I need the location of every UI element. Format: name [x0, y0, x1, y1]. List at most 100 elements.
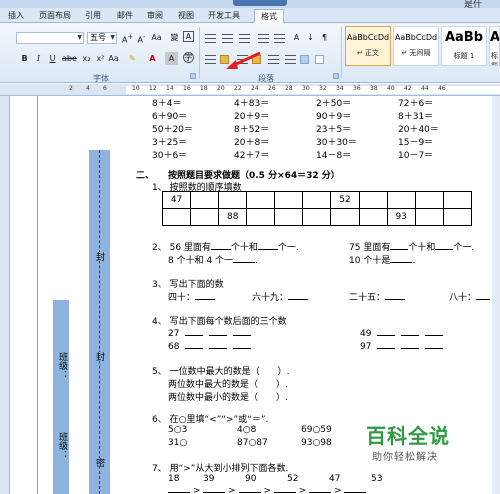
char-border-icon[interactable]: A [183, 31, 194, 42]
table-cell[interactable] [302, 208, 332, 226]
font-dialog-launcher-icon[interactable] [190, 73, 196, 79]
table-cell[interactable] [246, 208, 276, 226]
underline-button[interactable]: U [46, 52, 59, 65]
grow-font-icon[interactable]: A+ [121, 31, 134, 45]
style-heading-1[interactable]: AaBb 标题 1 [441, 26, 487, 66]
table-cell[interactable] [190, 191, 220, 209]
paragraph-dialog-launcher-icon[interactable] [333, 73, 339, 79]
shading-icon[interactable] [300, 55, 309, 64]
highlight-icon[interactable]: ✎ [126, 52, 139, 65]
answer-blank[interactable] [208, 340, 227, 349]
table-cell[interactable] [302, 191, 332, 209]
answer-blank[interactable] [273, 484, 296, 493]
horizontal-ruler[interactable]: 2 4 6 10 12 14 16 18 20 22 24 26 28 30 3… [0, 84, 500, 96]
table-cell[interactable] [274, 208, 304, 226]
seal-label: 封 [93, 252, 106, 261]
font-color-icon[interactable]: A [146, 52, 159, 65]
tab-mailings[interactable]: 邮件 [117, 10, 133, 21]
answer-blank[interactable] [208, 327, 227, 336]
table-cell[interactable] [330, 208, 360, 226]
tab-insert[interactable]: 插入 [8, 10, 24, 21]
tab-references[interactable]: 引用 [85, 10, 101, 21]
strikethrough-button[interactable]: abe [62, 52, 77, 65]
char-shading-icon[interactable]: A [165, 52, 178, 65]
tab-page-layout[interactable]: 页面布局 [39, 10, 71, 21]
answer-blank[interactable] [232, 327, 251, 336]
style-no-spacing[interactable]: AaBbCcDd ↵ 无间隔 [393, 26, 439, 66]
style-normal[interactable]: AaBbCcDd ↵ 正文 [345, 26, 391, 66]
answer-blank[interactable] [377, 340, 396, 349]
answer-blank[interactable] [168, 484, 190, 493]
table-cell[interactable]: 88 [218, 208, 248, 226]
superscript-button[interactable]: x² [94, 52, 107, 65]
answer-blank[interactable] [185, 327, 204, 336]
answer-blank[interactable] [424, 340, 443, 349]
sort-icon[interactable]: ↓ [304, 31, 317, 44]
vertical-ruler[interactable] [0, 96, 10, 494]
numbering-icon[interactable] [222, 34, 233, 43]
chinese-layout-icon[interactable]: A [290, 31, 303, 44]
answer-blank[interactable] [377, 327, 396, 336]
answer-blank[interactable] [210, 241, 231, 250]
table-cell[interactable] [246, 191, 276, 209]
table-cell[interactable] [414, 208, 444, 226]
table-cell[interactable] [358, 208, 388, 226]
answer-blank[interactable] [400, 327, 419, 336]
bold-button[interactable]: B [18, 52, 31, 65]
answer-blank[interactable] [195, 291, 216, 300]
table-cell[interactable] [442, 208, 473, 226]
answer-blank[interactable] [185, 340, 204, 349]
answer-blank[interactable] [203, 484, 226, 493]
shrink-font-icon[interactable]: A- [135, 31, 148, 45]
name-label: 班级： [56, 432, 69, 459]
font-size-combo[interactable]: 五号 ▼ [87, 32, 117, 44]
enclose-char-icon[interactable]: 字 [183, 52, 194, 63]
table-cell[interactable] [161, 208, 192, 226]
phonetic-guide-icon[interactable]: 變 [168, 31, 181, 44]
table-cell[interactable] [414, 191, 444, 209]
table-cell[interactable]: 93 [386, 208, 416, 226]
answer-blank[interactable] [390, 241, 409, 250]
borders-icon[interactable] [315, 55, 324, 64]
tab-developer[interactable]: 开发工具 [208, 10, 240, 21]
answer-blank[interactable] [238, 484, 261, 493]
italic-button[interactable]: I [32, 52, 45, 65]
style-title[interactable]: AaB 标题 [489, 26, 500, 66]
vertical-scrollbar[interactable] [492, 96, 500, 494]
bullets-icon[interactable] [205, 34, 216, 43]
table-cell[interactable]: 52 [330, 191, 360, 209]
table-cell[interactable]: 47 [161, 191, 192, 209]
increase-indent-icon[interactable] [274, 34, 285, 43]
decrease-indent-icon[interactable] [258, 34, 269, 43]
answer-blank[interactable] [257, 241, 278, 250]
answer-blank[interactable] [385, 291, 406, 300]
align-left-icon[interactable] [205, 55, 216, 64]
answer-blank[interactable] [435, 241, 454, 250]
clear-format-icon[interactable]: Aa [150, 31, 163, 44]
table-cell[interactable] [218, 191, 248, 209]
table-cell[interactable] [386, 191, 416, 209]
change-case-button[interactable]: Aa [107, 52, 120, 65]
table-cell[interactable] [442, 191, 473, 209]
tab-format[interactable]: 格式 [254, 9, 284, 23]
tab-view[interactable]: 视图 [178, 10, 194, 21]
answer-blank[interactable] [309, 484, 332, 493]
font-name-combo[interactable]: ▼ [16, 32, 84, 44]
multilevel-list-icon[interactable] [239, 34, 250, 43]
table-cell[interactable] [190, 208, 220, 226]
subscript-button[interactable]: x₂ [80, 52, 93, 65]
line-spacing-icon[interactable] [285, 55, 296, 64]
table-cell[interactable] [358, 191, 388, 209]
answer-blank[interactable] [476, 291, 491, 300]
answer-blank[interactable] [390, 254, 413, 263]
distributed-icon[interactable] [268, 55, 279, 64]
answer-blank[interactable] [344, 484, 367, 493]
answer-blank[interactable] [288, 291, 309, 300]
answer-blank[interactable] [400, 340, 419, 349]
tab-review[interactable]: 审阅 [147, 10, 163, 21]
answer-blank[interactable] [233, 254, 256, 263]
answer-blank[interactable] [232, 340, 251, 349]
answer-blank[interactable] [424, 327, 443, 336]
show-marks-icon[interactable]: ¶ [318, 31, 331, 44]
table-cell[interactable] [274, 191, 304, 209]
